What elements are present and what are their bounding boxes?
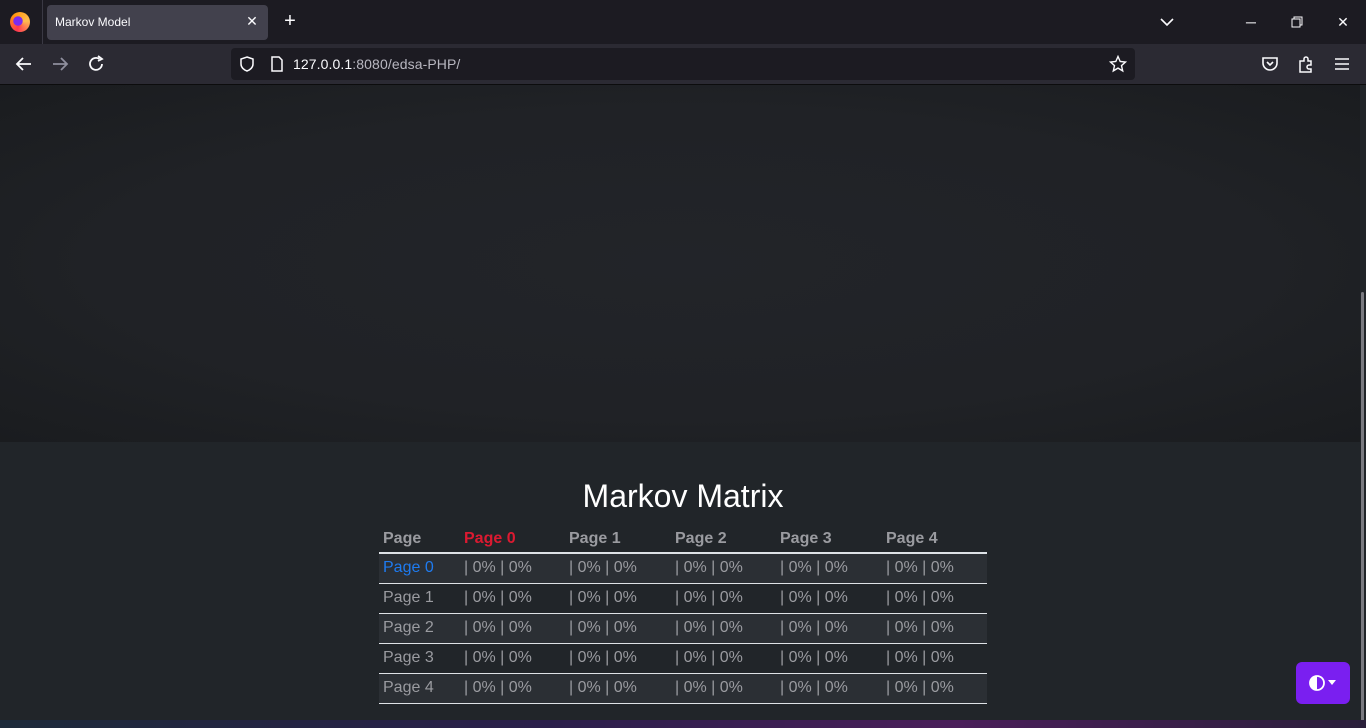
star-bookmark-icon[interactable] [1109,55,1127,73]
table-cell: | 0% | 0% [882,553,987,584]
column-header: Page 2 [671,525,776,554]
column-header: Page 4 [882,525,987,554]
column-header: Page [379,525,460,554]
table-cell: | 0% | 0% [565,583,671,614]
nav-bar: 127.0.0.1:8080/edsa-PHP/ [0,44,1366,84]
reload-icon[interactable] [85,53,107,75]
tab-divider [42,0,43,44]
table-cell: | 0% | 0% [671,673,776,704]
table-cell: | 0% | 0% [882,613,987,644]
table-cell: | 0% | 0% [882,583,987,614]
shield-icon[interactable] [238,55,256,73]
url-path: :8080/edsa-PHP/ [352,56,461,72]
table-row: Page 0 | 0% | 0% | 0% | 0% | 0% | 0% | 0… [379,553,987,584]
tab-title: Markov Model [55,15,131,29]
url-host: 127.0.0.1 [293,56,353,72]
page-icon[interactable] [268,55,286,73]
table-header-row: Page Page 0 Page 1 Page 2 Page 3 Page 4 [379,525,987,554]
table-cell: | 0% | 0% [460,613,565,644]
row-label-link[interactable]: Page 1 [379,583,460,614]
pocket-icon[interactable] [1259,53,1281,75]
table-cell: | 0% | 0% [565,643,671,674]
table-cell: | 0% | 0% [776,553,882,584]
table-cell: | 0% | 0% [460,553,565,584]
url-text[interactable]: 127.0.0.1:8080/edsa-PHP/ [293,56,460,72]
table-cell: | 0% | 0% [882,673,987,704]
table-cell: | 0% | 0% [776,583,882,614]
page-title: Markov Matrix [582,478,784,514]
table-cell: | 0% | 0% [671,613,776,644]
hamburger-menu-icon[interactable] [1331,53,1353,75]
row-label-link[interactable]: Page 2 [379,613,460,644]
tab-bar: Markov Model ✕ + ─ ✕ [0,0,1366,44]
close-icon[interactable]: ✕ [244,13,260,29]
tab-markov-model[interactable]: Markov Model ✕ [47,5,268,40]
table-cell: | 0% | 0% [565,553,671,584]
taskbar-edge [0,720,1366,728]
table-cell: | 0% | 0% [776,643,882,674]
caret-down-icon [1328,680,1336,685]
scrollbar-thumb[interactable] [1361,292,1364,728]
table-cell: | 0% | 0% [671,643,776,674]
chevron-down-icon[interactable] [1158,13,1176,31]
table-cell: | 0% | 0% [671,583,776,614]
hero-section [0,85,1360,442]
table-cell: | 0% | 0% [460,583,565,614]
table-row: Page 4 | 0% | 0% | 0% | 0% | 0% | 0% | 0… [379,673,987,704]
window-close-icon[interactable]: ✕ [1333,12,1353,32]
table-cell: | 0% | 0% [460,643,565,674]
url-bar[interactable]: 127.0.0.1:8080/edsa-PHP/ [231,48,1135,80]
column-header: Page 1 [565,525,671,554]
table-cell: | 0% | 0% [565,673,671,704]
restore-icon[interactable] [1287,12,1307,32]
row-label-link[interactable]: Page 0 [379,553,460,584]
extensions-puzzle-icon[interactable] [1295,53,1317,75]
table-cell: | 0% | 0% [776,673,882,704]
row-label-link[interactable]: Page 4 [379,673,460,704]
table-row: Page 3 | 0% | 0% | 0% | 0% | 0% | 0% | 0… [379,643,987,674]
forward-arrow-icon[interactable] [49,53,71,75]
table-cell: | 0% | 0% [460,673,565,704]
table-row: Page 1 | 0% | 0% | 0% | 0% | 0% | 0% | 0… [379,583,987,614]
back-arrow-icon[interactable] [13,53,35,75]
column-header: Page 0 [460,525,565,554]
new-tab-button[interactable]: + [280,11,300,31]
row-label-link[interactable]: Page 3 [379,643,460,674]
theme-toggle-button[interactable] [1296,662,1350,704]
column-header: Page 3 [776,525,882,554]
table-cell: | 0% | 0% [671,553,776,584]
table-row: Page 2 | 0% | 0% | 0% | 0% | 0% | 0% | 0… [379,613,987,644]
table-cell: | 0% | 0% [565,613,671,644]
table-cell: | 0% | 0% [776,613,882,644]
minimize-icon[interactable]: ─ [1241,12,1261,32]
markov-matrix-table: Page Page 0 Page 1 Page 2 Page 3 Page 4 … [379,525,987,704]
contrast-half-circle-icon [1309,675,1325,691]
table-cell: | 0% | 0% [882,643,987,674]
firefox-logo-icon[interactable] [10,12,30,32]
